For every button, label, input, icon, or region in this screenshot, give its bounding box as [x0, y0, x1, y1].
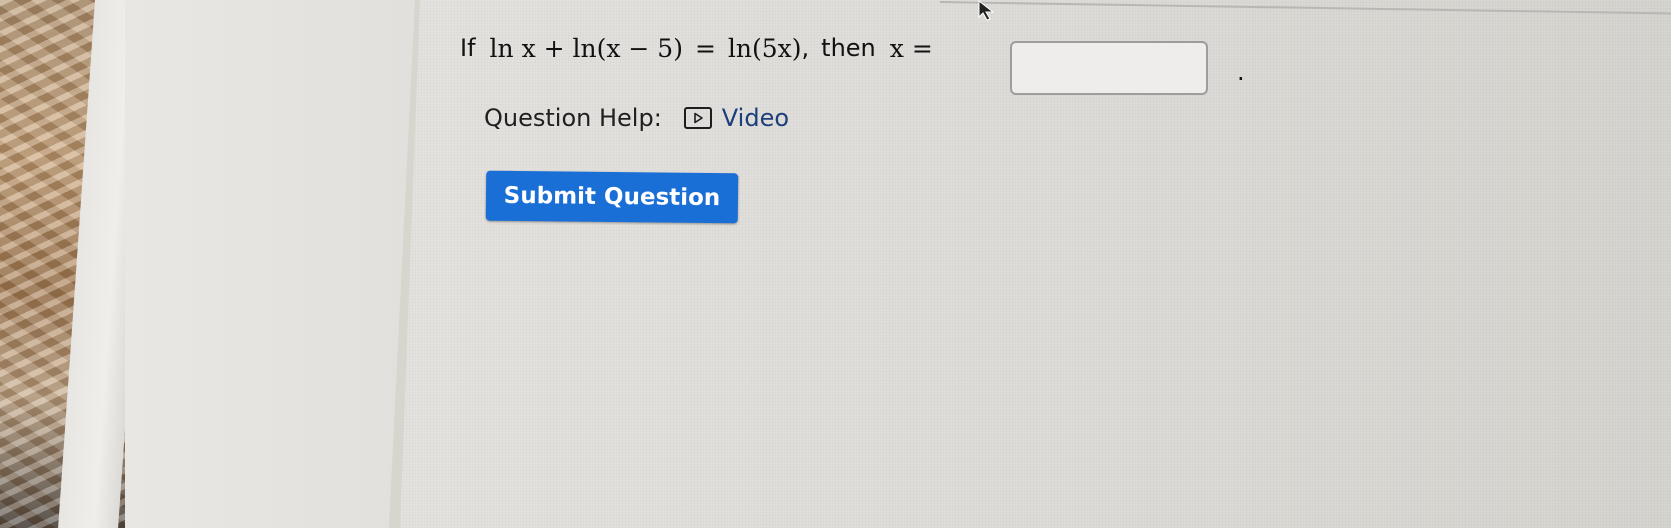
- mouse-cursor-icon: [975, 0, 997, 26]
- answer-variable: x =: [889, 33, 933, 63]
- question-help-label: Question Help:: [484, 104, 662, 132]
- video-help-label: Video: [721, 104, 790, 132]
- play-icon: [683, 107, 712, 129]
- answer-input[interactable]: [1010, 41, 1208, 95]
- video-help-link[interactable]: Video: [683, 104, 790, 132]
- question-text: If ln x + ln(x − 5) = ln(5x) , then x =: [460, 28, 933, 68]
- then-label: then: [821, 34, 876, 62]
- equation-comma: ,: [801, 34, 810, 62]
- left-margin-panel: [125, 0, 415, 528]
- equals-sign: =: [694, 33, 716, 63]
- equation-rhs: ln(5x): [727, 33, 802, 63]
- equation-lhs: ln x + ln(x − 5): [489, 33, 683, 63]
- question-prefix: If: [460, 34, 476, 62]
- submit-question-button[interactable]: Submit Question: [485, 170, 739, 224]
- question-help: Question Help: Video: [484, 104, 789, 132]
- sentence-period: .: [1237, 58, 1245, 86]
